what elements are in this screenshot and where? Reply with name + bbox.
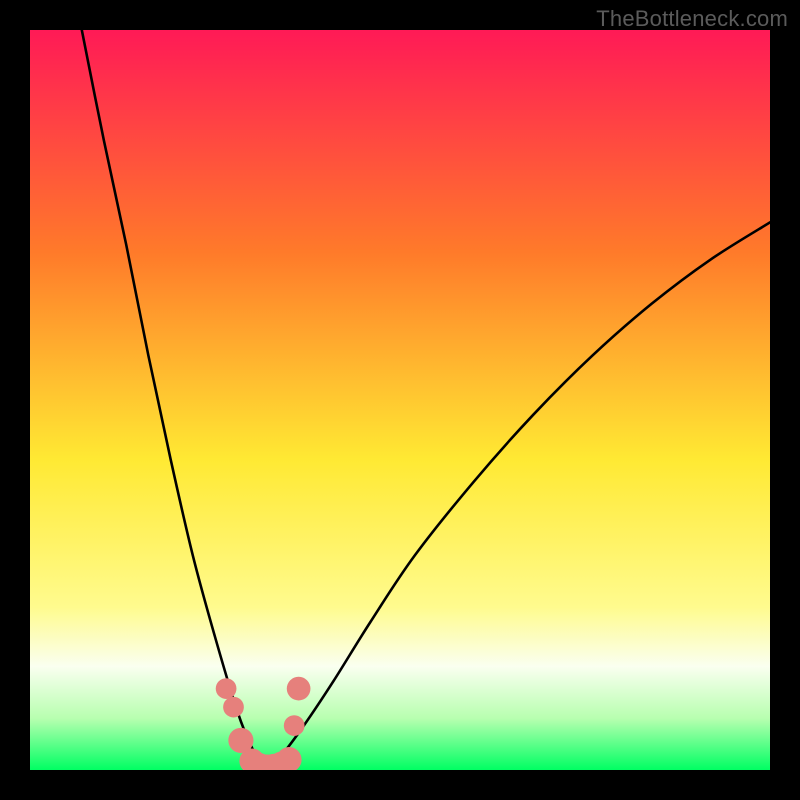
chart-frame: TheBottleneck.com: [0, 0, 800, 800]
highlight-dot: [223, 697, 244, 718]
watermark-text: TheBottleneck.com: [596, 6, 788, 32]
highlight-dot: [287, 677, 311, 701]
highlight-dot: [284, 715, 305, 736]
highlight-dot: [216, 678, 237, 699]
highlight-dot: [276, 747, 301, 770]
plot-area: [30, 30, 770, 770]
bottleneck-curve: [30, 30, 770, 770]
